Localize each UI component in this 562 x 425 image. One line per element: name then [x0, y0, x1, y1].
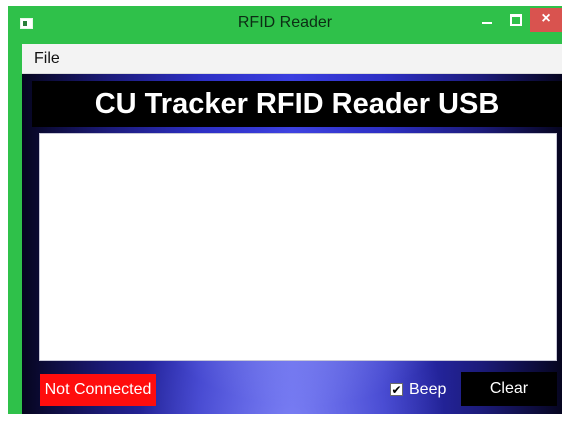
title-bar[interactable]: RFID Reader × [8, 6, 562, 44]
client-area: File CU Tracker RFID Reader USB Not Conn… [22, 44, 562, 414]
close-button[interactable]: × [530, 8, 562, 32]
minimize-button[interactable] [474, 8, 500, 32]
maximize-button[interactable] [502, 8, 528, 32]
app-window: RFID Reader × File CU Tracker RFID Reade… [8, 6, 562, 414]
close-icon: × [541, 10, 551, 27]
connection-status: Not Connected [40, 374, 156, 406]
menu-bar: File [22, 44, 562, 74]
app-banner: CU Tracker RFID Reader USB [32, 81, 562, 127]
clear-button[interactable]: Clear [461, 372, 557, 406]
menu-file[interactable]: File [34, 49, 60, 69]
checkbox-checked-icon[interactable]: ✔ [390, 383, 403, 396]
tag-log-area[interactable] [39, 133, 557, 361]
beep-label[interactable]: Beep [409, 380, 446, 400]
